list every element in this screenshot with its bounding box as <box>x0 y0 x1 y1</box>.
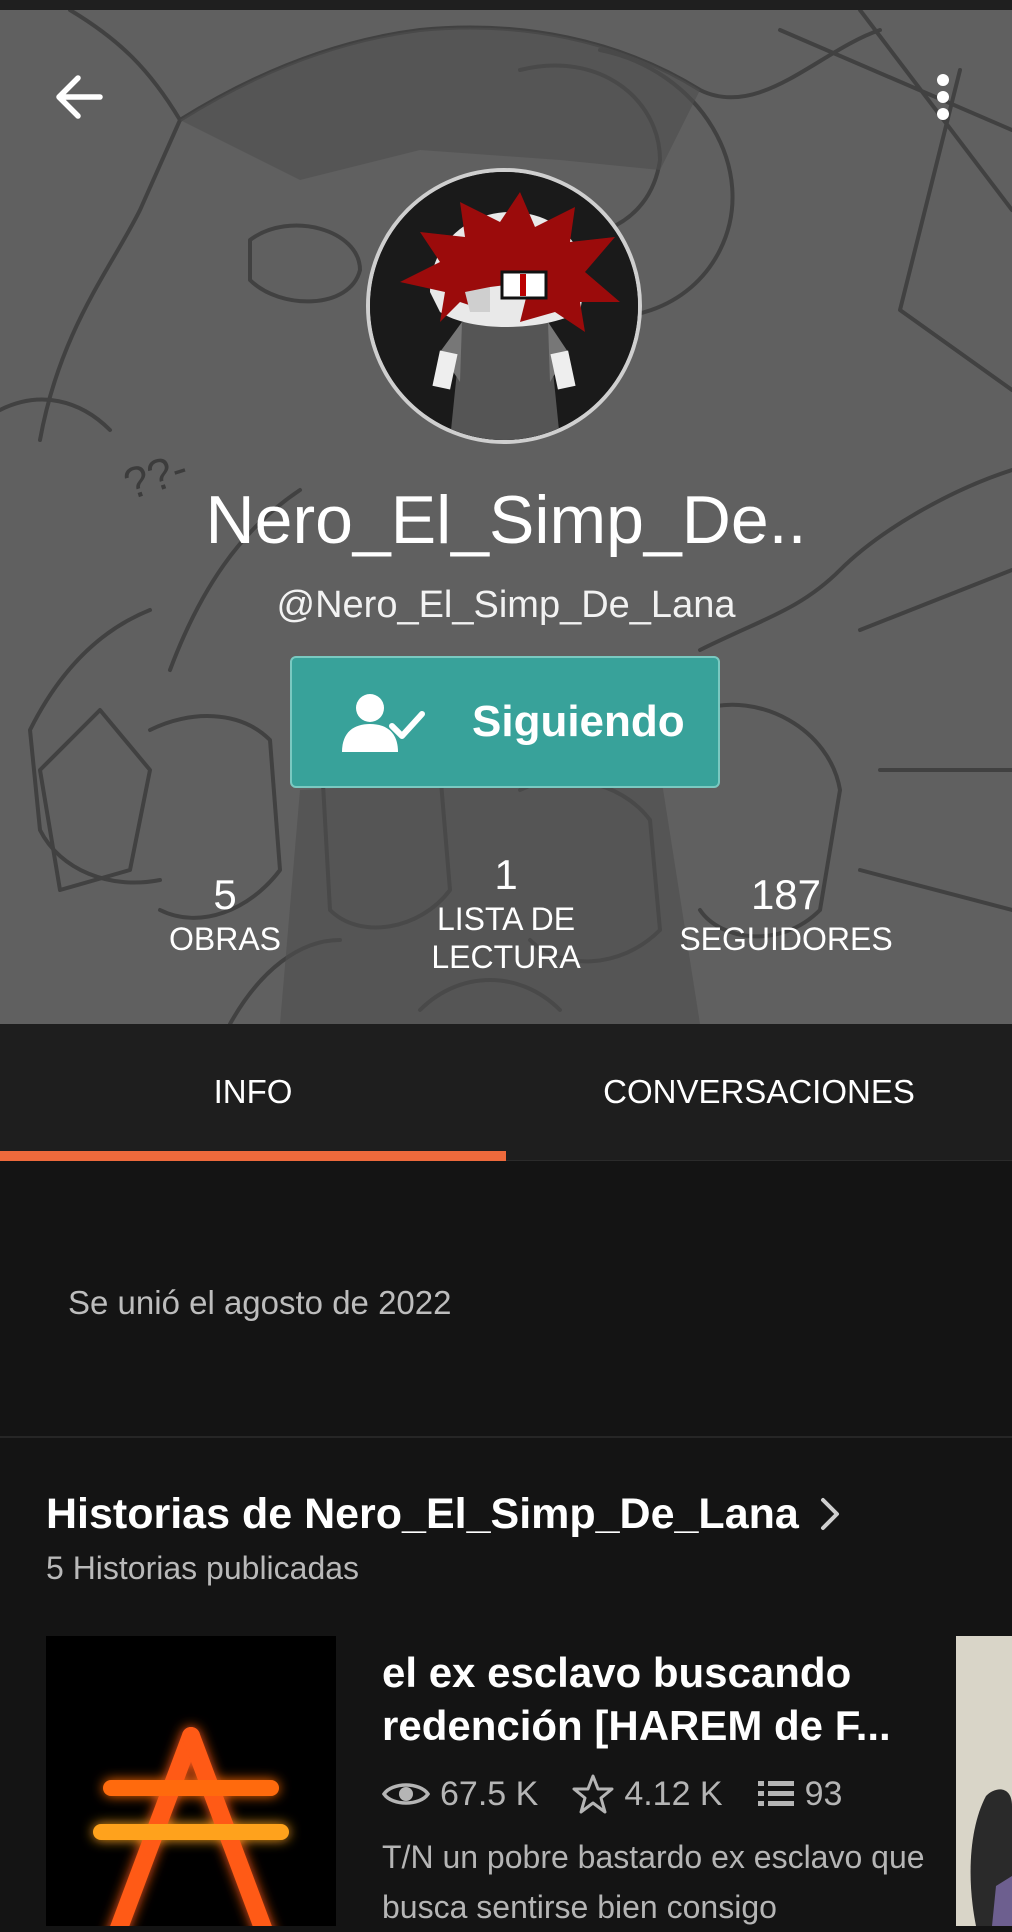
chevron-right-icon <box>820 1498 839 1530</box>
next-story-cover[interactable] <box>956 1636 1012 1926</box>
story-votes-count: 4.12 K <box>624 1774 723 1813</box>
story-title: el ex esclavo buscando redención [HAREM … <box>382 1649 891 1749</box>
status-bar <box>0 0 1012 10</box>
user-check-icon <box>342 694 425 752</box>
star-icon <box>572 1774 614 1814</box>
story-votes: 4.12 K <box>572 1773 723 1815</box>
following-button-label: Siguiendo <box>472 697 685 746</box>
tab-conversations[interactable]: CONVERSACIONES <box>506 1024 1012 1160</box>
arrow-left-icon <box>56 75 103 119</box>
active-tab-indicator <box>0 1151 506 1161</box>
stat-works-value: 5 <box>213 871 237 918</box>
profile-header: ??- Nero_El_Simp_De.. @Nero_El_Simp_De_L… <box>0 10 1012 1024</box>
stat-works-label: OBRAS <box>168 921 282 957</box>
story-parts: 93 <box>757 1774 843 1814</box>
story-cover <box>46 1636 336 1926</box>
story-description: T/N un pobre bastardo ex esclavo que bus… <box>382 1839 925 1925</box>
story-reads-count: 67.5 K <box>440 1774 539 1813</box>
next-story-cover-image <box>956 1636 1012 1926</box>
avatar-image <box>370 172 638 440</box>
eye-icon <box>382 1783 430 1805</box>
stat-followers-label: SEGUIDORES <box>679 921 893 957</box>
list-icon <box>757 1781 794 1806</box>
section-divider <box>0 1436 1012 1438</box>
stat-followers[interactable]: 187 SEGUIDORES <box>670 870 902 958</box>
more-options-button[interactable] <box>908 62 978 132</box>
stories-count: 5 Historias publicadas <box>46 1550 360 1586</box>
stories-section-header[interactable]: Historias de Nero_El_Simp_De_Lana <box>46 1488 843 1540</box>
display-name: Nero_El_Simp_De.. <box>205 482 807 558</box>
stat-works[interactable]: 5 OBRAS <box>130 870 320 958</box>
following-button[interactable]: Siguiendo <box>290 656 720 788</box>
story-parts-count: 93 <box>804 1774 843 1813</box>
joined-date: Se unió el agosto de 2022 <box>68 1284 452 1321</box>
story-card[interactable]: el ex esclavo buscando redención [HAREM … <box>46 1636 946 1926</box>
profile-tabs: INFO CONVERSACIONES <box>0 1024 1012 1161</box>
tab-info[interactable]: INFO <box>0 1024 506 1160</box>
story-reads: 67.5 K <box>382 1775 538 1814</box>
username: @Nero_El_Simp_De_Lana <box>276 584 736 626</box>
back-button[interactable] <box>44 62 114 132</box>
stat-reading-lists[interactable]: 1 LISTA DE LECTURA <box>400 850 612 976</box>
stat-reading-lists-value: 1 <box>494 851 518 898</box>
story-stats: 67.5 K 4.12 K 93 <box>382 1766 942 1822</box>
story-cover-image <box>46 1636 336 1926</box>
stat-followers-value: 187 <box>750 871 822 918</box>
stories-section-title: Historias de Nero_El_Simp_De_Lana <box>46 1490 799 1538</box>
more-vertical-icon <box>937 74 949 120</box>
stat-reading-lists-label: LISTA DE LECTURA <box>431 901 581 975</box>
avatar[interactable] <box>366 168 642 444</box>
